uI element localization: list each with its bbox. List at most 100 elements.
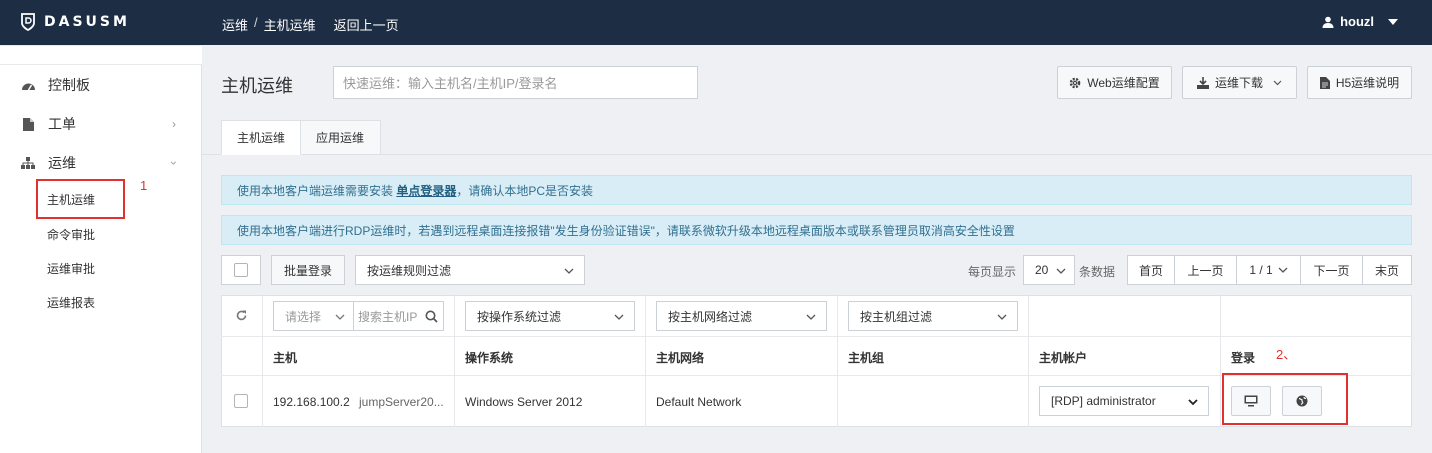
file-icon — [20, 117, 36, 131]
column-header-login: 登录 — [1231, 351, 1256, 365]
first-page-label: 首页 — [1138, 263, 1163, 278]
sidebar-item-tickets[interactable]: 工单 › — [0, 105, 202, 143]
ops-download-button[interactable]: 运维下载 — [1182, 66, 1297, 99]
sitemap-icon — [20, 156, 36, 170]
chevron-right-icon: › — [172, 117, 176, 131]
web-ops-config-button[interactable]: Web运维配置 — [1057, 66, 1172, 99]
select-all-checkbox[interactable] — [234, 263, 248, 277]
user-menu[interactable]: houzl — [1322, 14, 1398, 29]
select-all-box[interactable] — [221, 255, 261, 285]
tab-label: 主机运维 — [237, 131, 286, 145]
annotation-number-1: 1 — [140, 178, 148, 193]
quick-ops-search-input[interactable]: 快速运维：输入主机名/主机IP/登录名 — [333, 66, 698, 99]
web-ops-config-label: Web运维配置 — [1087, 76, 1160, 90]
table-divider — [221, 336, 1412, 337]
info-alert-client-install: 使用本地客户端运维需要安装 单点登录器 ，请确认本地PC是否安装 — [221, 175, 1412, 205]
search-icon[interactable] — [425, 310, 438, 323]
refresh-icon[interactable] — [235, 309, 248, 322]
chevron-down-icon — [614, 314, 624, 320]
last-page-button[interactable]: 末页 — [1362, 255, 1412, 285]
table-col-divider — [262, 295, 263, 427]
shield-logo-icon — [21, 13, 35, 31]
chevron-down-icon — [335, 314, 345, 320]
sidebar-item-label: 工单 — [48, 116, 76, 132]
alert-text: 使用本地客户端运维需要安装 — [237, 183, 397, 198]
ops-tabs: 主机运维 应用运维 — [221, 120, 381, 155]
annotation-box-1 — [36, 179, 125, 219]
prev-page-label: 上一页 — [1187, 263, 1224, 278]
alert-text: 使用本地客户端进行RDP运维时，若遇到远程桌面连接报错"发生身份验证错误"，请联… — [237, 223, 1015, 238]
os-filter-select[interactable]: 按操作系统过滤 — [465, 301, 635, 331]
breadcrumb-ops[interactable]: 运维 — [222, 15, 248, 34]
top-navbar: DASUSM 运维 / 主机运维 返回上一页 houzl — [0, 0, 1432, 45]
breadcrumb: 运维 / 主机运维 返回上一页 — [222, 15, 399, 34]
chevron-down-icon — [806, 314, 816, 320]
sidebar-subitem-ops-report[interactable]: 运维报表 — [37, 285, 197, 319]
host-ip-search-input[interactable]: 搜索主机IP — [353, 301, 444, 331]
sidebar-subitem-label: 运维审批 — [47, 261, 96, 276]
brand-logo[interactable]: DASUSM — [20, 13, 130, 31]
chevron-down-icon — [1278, 267, 1288, 273]
tab-host-ops[interactable]: 主机运维 — [221, 120, 301, 155]
h5-ops-guide-button[interactable]: H5运维说明 — [1307, 66, 1412, 99]
per-page-select[interactable]: 20 — [1023, 255, 1075, 285]
column-header-os: 操作系统 — [465, 351, 514, 365]
page-indicator-value: 1 / 1 — [1249, 263, 1273, 277]
user-icon — [1322, 16, 1334, 28]
user-name: houzl — [1340, 14, 1374, 29]
table-col-divider — [1220, 295, 1221, 427]
document-icon — [1319, 76, 1330, 89]
per-page-label: 每页显示 — [968, 265, 1017, 279]
column-header-account: 主机帐户 — [1039, 351, 1088, 365]
records-label: 条数据 — [1079, 265, 1116, 279]
rule-filter-select[interactable]: 按运维规则过滤 — [355, 255, 585, 285]
sidebar-subitem-label: 命令审批 — [47, 227, 96, 242]
sidebar-item-dashboard[interactable]: 控制板 — [0, 66, 202, 104]
back-link[interactable]: 返回上一页 — [334, 15, 399, 34]
next-page-button[interactable]: 下一页 — [1300, 255, 1363, 285]
prev-page-button[interactable]: 上一页 — [1174, 255, 1237, 285]
os-filter-label: 按操作系统过滤 — [477, 309, 562, 324]
batch-login-label: 批量登录 — [283, 263, 332, 278]
page-indicator-select[interactable]: 1 / 1 — [1236, 255, 1301, 285]
row-os: Windows Server 2012 — [465, 395, 583, 409]
sidebar-subitem-ops-approval[interactable]: 运维审批 — [37, 251, 197, 285]
sidebar-item-ops[interactable]: 运维 › — [0, 144, 202, 182]
field-select-placeholder: 请选择 — [285, 309, 322, 324]
batch-login-button[interactable]: 批量登录 — [271, 255, 345, 285]
info-alert-rdp: 使用本地客户端进行RDP运维时，若遇到远程桌面连接报错"发生身份验证错误"，请联… — [221, 215, 1412, 245]
page-title: 主机运维 — [221, 76, 293, 96]
quick-ops-placeholder: 快速运维：输入主机名/主机IP/登录名 — [343, 76, 558, 91]
chevron-down-icon — [1188, 399, 1198, 406]
table-col-divider — [645, 295, 646, 427]
tab-app-ops[interactable]: 应用运维 — [301, 120, 381, 155]
per-page-value: 20 — [1035, 263, 1049, 277]
annotation-number-2: 2、 — [1276, 347, 1297, 362]
table-col-divider — [1028, 295, 1029, 427]
next-page-label: 下一页 — [1313, 263, 1350, 278]
host-ip-search-placeholder: 搜索主机IP — [358, 309, 418, 324]
dashboard-icon — [20, 78, 36, 92]
group-filter-select[interactable]: 按主机组过滤 — [848, 301, 1018, 331]
alert-text: ，请确认本地PC是否安装 — [456, 183, 594, 198]
row-select-checkbox[interactable] — [234, 394, 248, 408]
field-select[interactable]: 请选择 — [273, 301, 354, 331]
chevron-down-icon — [1056, 268, 1066, 274]
first-page-button[interactable]: 首页 — [1127, 255, 1175, 285]
download-icon — [1196, 76, 1209, 89]
host-account-value: [RDP] administrator — [1051, 394, 1156, 408]
brand-name: DASUSM — [44, 14, 130, 30]
column-header-host: 主机 — [273, 351, 298, 365]
last-page-label: 末页 — [1374, 263, 1399, 278]
sidebar-subitem-command-approval[interactable]: 命令审批 — [37, 217, 197, 251]
group-filter-label: 按主机组过滤 — [860, 309, 933, 324]
chevron-down-icon — [564, 268, 574, 274]
column-header-group: 主机组 — [848, 351, 885, 365]
tab-label: 应用运维 — [316, 131, 365, 145]
row-host-ip: 192.168.100.2 — [273, 395, 350, 409]
network-filter-select[interactable]: 按主机网络过滤 — [656, 301, 827, 331]
host-account-select[interactable]: [RDP] administrator — [1039, 386, 1209, 416]
table-col-divider — [454, 295, 455, 427]
column-header-network: 主机网络 — [656, 351, 705, 365]
sso-client-link[interactable]: 单点登录器 — [396, 182, 456, 199]
